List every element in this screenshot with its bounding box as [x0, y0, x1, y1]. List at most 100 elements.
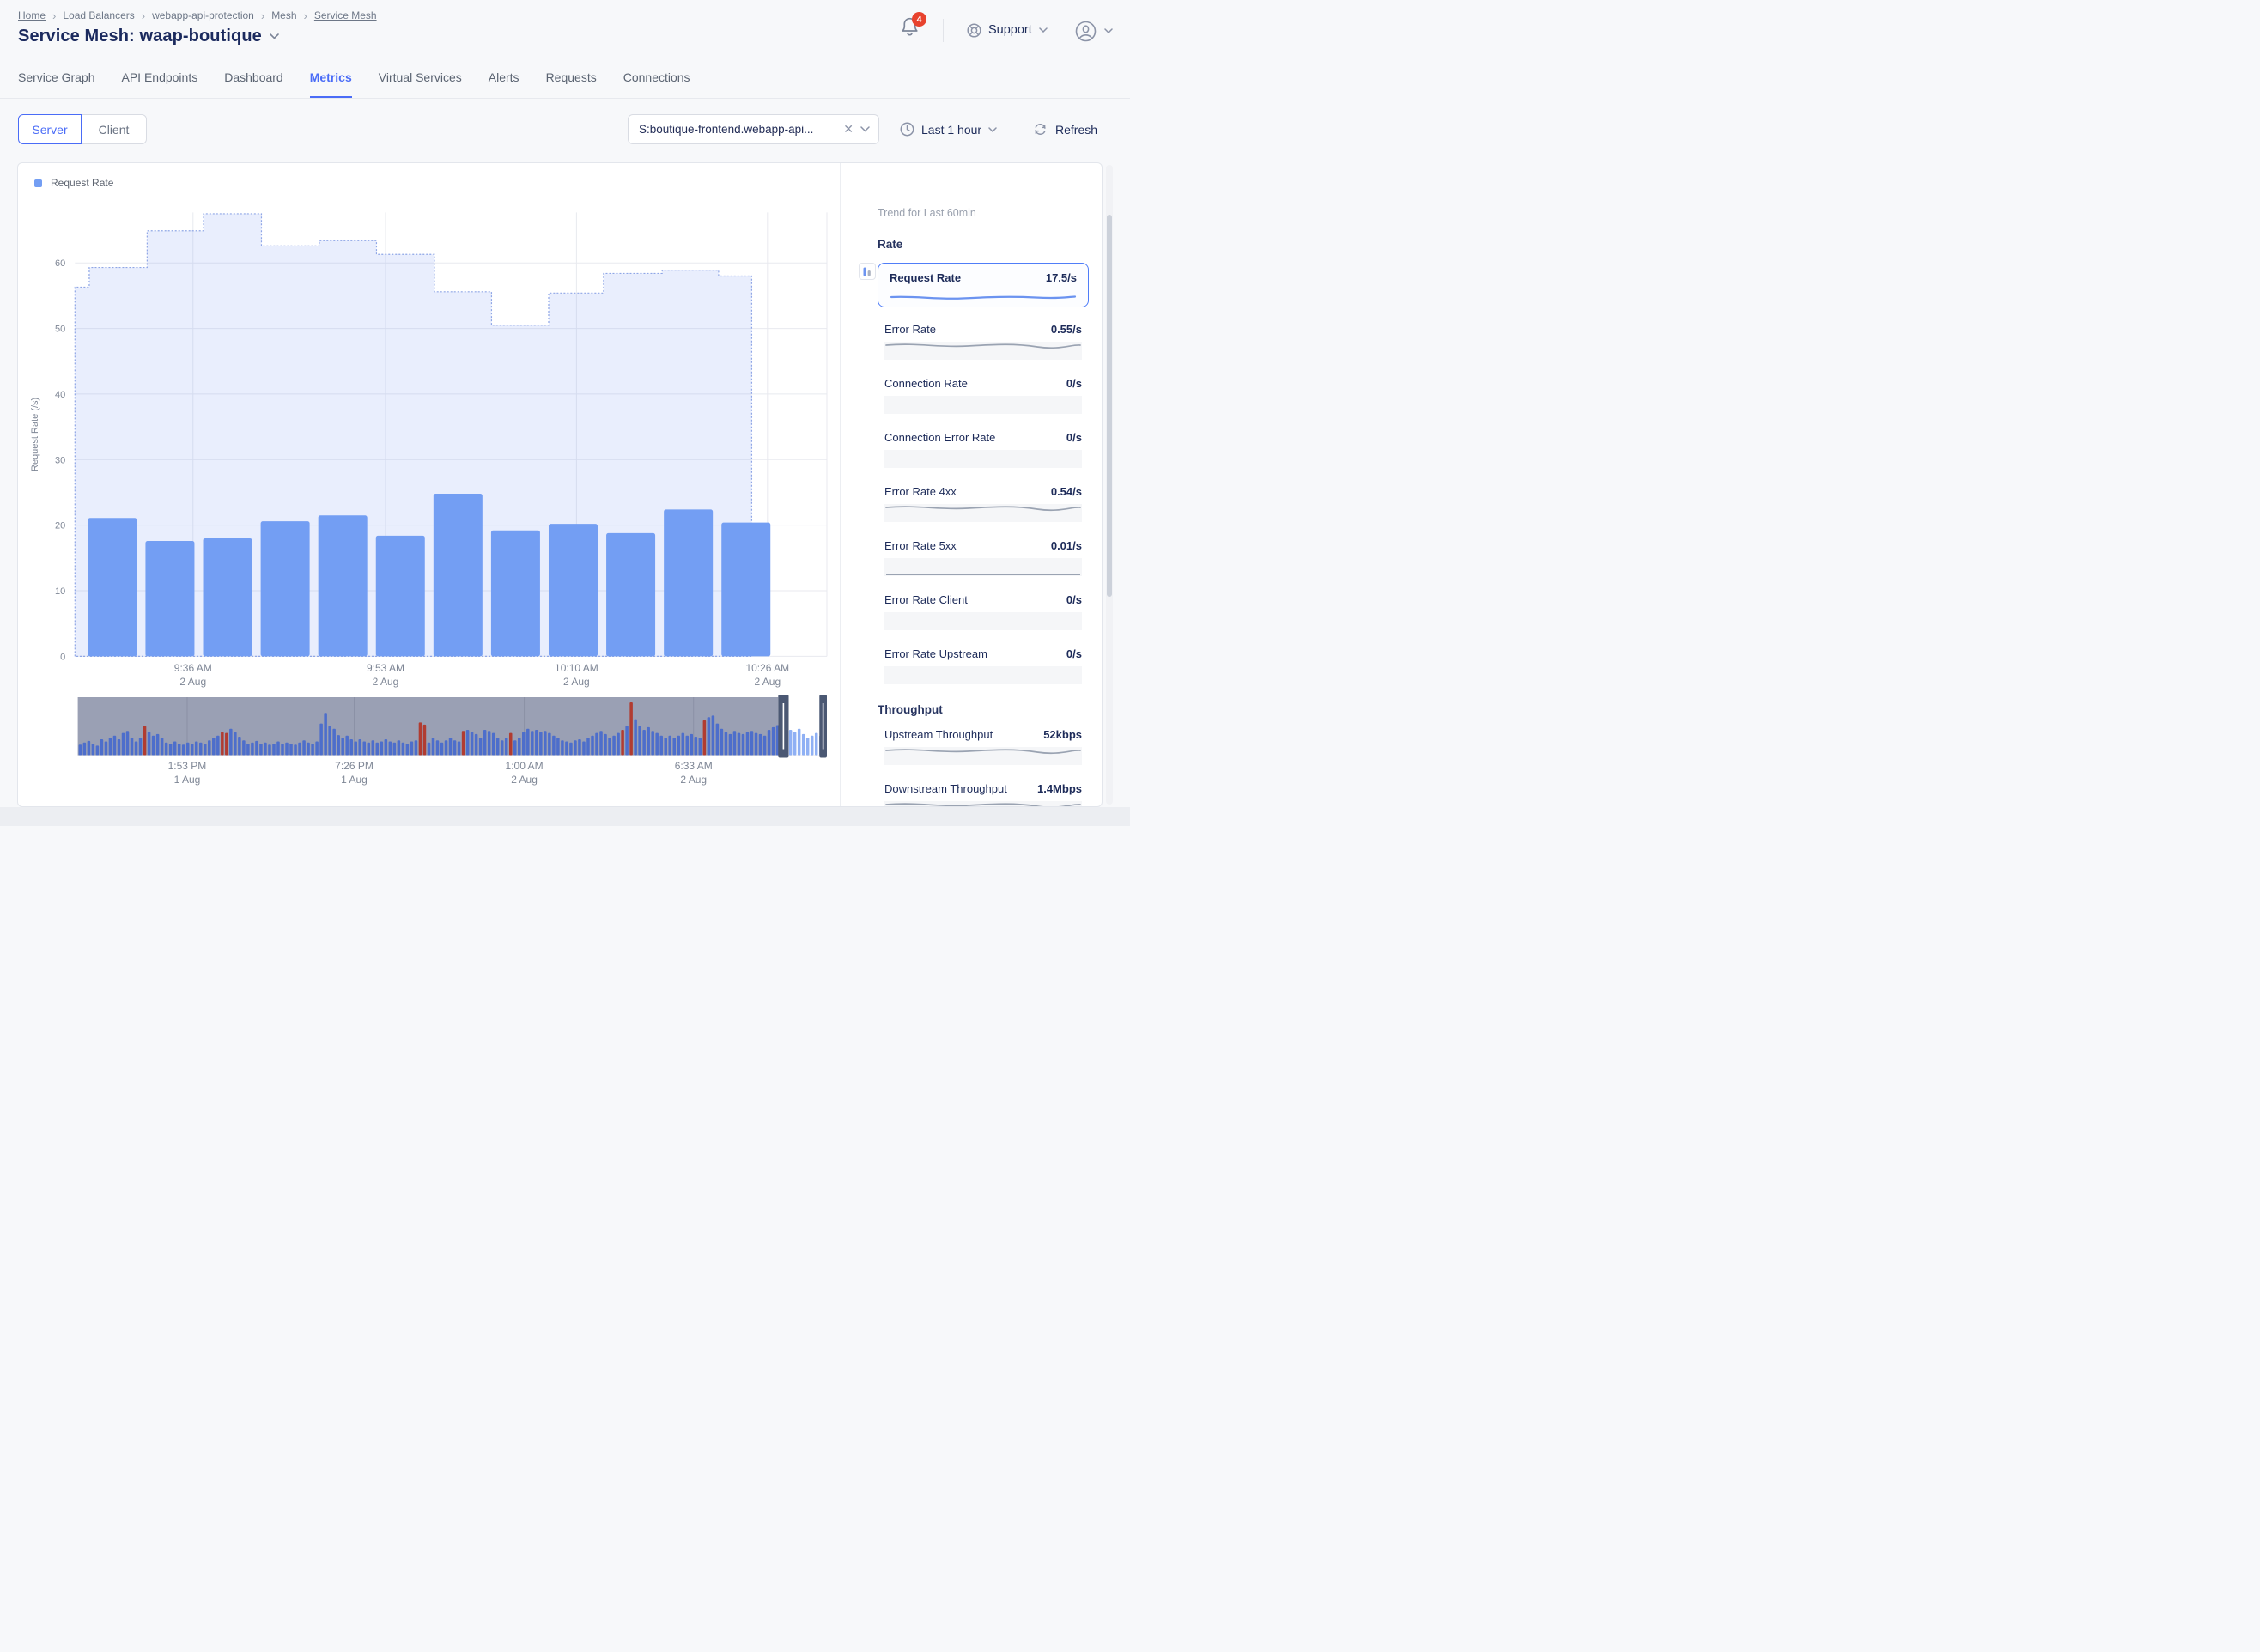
mini-bar — [345, 736, 349, 756]
tab-connections[interactable]: Connections — [623, 70, 690, 99]
mini-bar — [419, 722, 422, 755]
mini-bar — [544, 731, 547, 755]
breadcrumb-item[interactable]: Mesh — [271, 9, 296, 21]
mini-bar — [389, 742, 392, 756]
sparkline — [884, 801, 1082, 806]
metric-value: 0.55/s — [1051, 323, 1082, 336]
mini-bar — [471, 732, 474, 755]
tab-alerts[interactable]: Alerts — [489, 70, 519, 99]
mini-bar — [393, 743, 397, 756]
sparkline-path — [891, 297, 1075, 299]
service-filter-select[interactable]: S:boutique-frontend.webapp-api... ✕ — [628, 114, 879, 144]
mini-bar — [109, 738, 112, 755]
breadcrumb-item[interactable]: webapp-api-protection — [152, 9, 254, 21]
sidebar-scrollbar-thumb[interactable] — [1107, 215, 1112, 597]
bar-chart-icon-button[interactable] — [859, 263, 876, 280]
sparkline — [884, 504, 1082, 522]
mini-bar — [285, 743, 289, 756]
metric-item-error-rate-upstream[interactable]: Error Rate Upstream0/s — [884, 647, 1082, 684]
page-bottom-strip — [0, 807, 1130, 826]
client-toggle-button[interactable]: Client — [82, 114, 147, 144]
mini-bar — [668, 736, 671, 756]
mini-bar — [642, 730, 646, 756]
refresh-button[interactable]: Refresh — [1033, 114, 1097, 144]
mini-bar — [552, 736, 556, 756]
request-rate-bar — [606, 533, 655, 657]
tab-virtual-services[interactable]: Virtual Services — [379, 70, 462, 99]
breadcrumb-item[interactable]: Home — [18, 9, 46, 21]
header-divider — [943, 19, 944, 42]
mini-bar — [802, 734, 805, 756]
mini-bar — [509, 733, 513, 756]
tab-metrics[interactable]: Metrics — [310, 70, 352, 99]
metric-item-request-rate[interactable]: Request Rate17.5/s — [878, 263, 1089, 307]
mini-bar — [755, 733, 758, 756]
metric-row: Downstream Throughput1.4Mbps — [884, 782, 1082, 798]
tab-dashboard[interactable]: Dashboard — [224, 70, 283, 99]
breadcrumb-item[interactable]: Load Balancers — [63, 9, 134, 21]
mini-bar — [789, 730, 793, 756]
mini-bar — [268, 744, 271, 755]
mini-bar — [272, 744, 276, 756]
mini-bar — [165, 743, 168, 756]
metric-item-connection-rate[interactable]: Connection Rate0/s — [884, 377, 1082, 414]
metric-item-error-rate[interactable]: Error Rate0.55/s — [884, 323, 1082, 360]
mini-bar — [148, 732, 151, 755]
service-filter-value: S:boutique-frontend.webapp-api... — [639, 123, 838, 136]
mini-bar — [221, 732, 224, 755]
mini-bar — [798, 729, 801, 756]
time-range-select[interactable]: Last 1 hour — [900, 114, 997, 144]
mini-bar — [83, 743, 87, 756]
y-tick-label: 50 — [55, 325, 65, 335]
mini-bar — [591, 736, 594, 756]
mini-bar — [708, 717, 711, 755]
mini-bar — [208, 740, 211, 755]
metric-item-downstream-throughput[interactable]: Downstream Throughput1.4Mbps — [884, 782, 1082, 806]
user-menu[interactable] — [1075, 19, 1113, 43]
title-chevron-down-icon[interactable] — [270, 33, 279, 39]
notifications-button[interactable]: 4 — [900, 15, 929, 41]
mini-bar — [402, 743, 405, 756]
mini-bar — [302, 740, 306, 755]
metric-item-error-rate-5xx[interactable]: Error Rate 5xx0.01/s — [884, 539, 1082, 576]
metric-item-connection-error-rate[interactable]: Connection Error Rate0/s — [884, 431, 1082, 468]
mini-bar — [376, 743, 380, 756]
metric-item-error-rate-client[interactable]: Error Rate Client0/s — [884, 593, 1082, 630]
mini-bar — [380, 742, 384, 756]
metric-label: Connection Rate — [884, 377, 968, 390]
tab-api-endpoints[interactable]: API Endpoints — [121, 70, 197, 99]
metric-item-error-rate-4xx[interactable]: Error Rate 4xx0.54/s — [884, 485, 1082, 522]
breadcrumb-item[interactable]: Service Mesh — [314, 9, 377, 21]
metric-item-upstream-throughput[interactable]: Upstream Throughput52kbps — [884, 728, 1082, 765]
mini-bar — [535, 730, 538, 756]
metric-row: Error Rate 4xx0.54/s — [884, 485, 1082, 501]
metric-value: 52kbps — [1043, 728, 1082, 741]
mini-bar — [131, 738, 134, 755]
clock-icon — [900, 122, 914, 137]
metric-value: 1.4Mbps — [1037, 782, 1082, 795]
server-toggle-button[interactable]: Server — [18, 114, 82, 144]
mini-bar — [96, 745, 100, 755]
filter-chevron-down-icon[interactable] — [860, 126, 870, 132]
request-rate-bar — [204, 538, 252, 656]
sparkline-path — [886, 507, 1080, 510]
mini-bar — [462, 731, 465, 755]
service-mesh-metrics-page: Home›Load Balancers›webapp-api-protectio… — [0, 0, 1130, 826]
mini-bar — [505, 738, 508, 755]
mini-bar — [406, 744, 410, 756]
mini-bar — [199, 743, 203, 756]
mini-bar — [655, 733, 659, 756]
filter-clear-icon[interactable]: ✕ — [838, 122, 860, 137]
section-heading: Rate — [878, 238, 1103, 251]
mini-bar — [436, 740, 440, 755]
mini-bar — [695, 737, 698, 756]
tab-service-graph[interactable]: Service Graph — [18, 70, 94, 99]
support-menu[interactable]: Support — [967, 19, 1048, 41]
metric-value: 17.5/s — [1046, 271, 1077, 284]
mini-bar — [173, 742, 177, 756]
metric-value: 0/s — [1066, 593, 1082, 606]
tab-requests[interactable]: Requests — [546, 70, 597, 99]
mini-bar — [526, 729, 530, 756]
mini-x-tick-sublabel: 1 Aug — [341, 774, 368, 786]
mini-bar — [746, 732, 750, 755]
